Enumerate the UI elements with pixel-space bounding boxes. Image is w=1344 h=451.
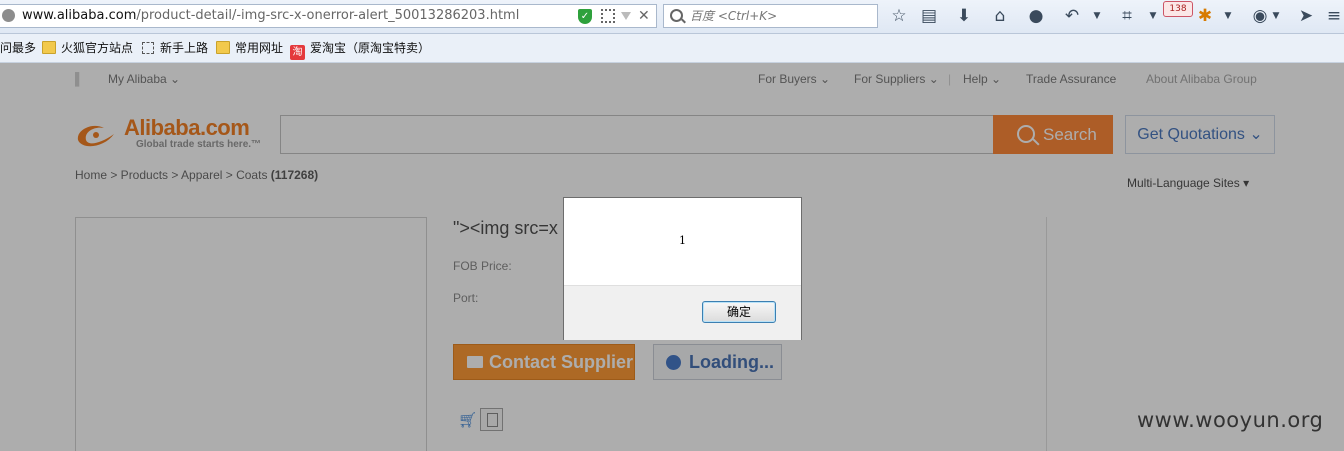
blank-page-icon (142, 42, 154, 54)
bookmark-item[interactable]: 火狐官方站点 (42, 34, 133, 62)
globe-icon (2, 9, 15, 22)
address-bar[interactable]: www.alibaba.com/product-detail/-img-src-… (0, 4, 657, 28)
dropdown-arrow-icon[interactable] (621, 12, 631, 20)
folder-icon (216, 41, 230, 54)
bookmark-item[interactable]: 新手上路 (142, 34, 208, 62)
chevron-down-icon[interactable]: ▼ (1143, 6, 1163, 26)
address-url[interactable]: www.alibaba.com/product-detail/-img-src-… (22, 5, 519, 27)
extension-icon[interactable]: ✱ (1195, 6, 1215, 26)
close-icon[interactable]: ✕ (638, 5, 650, 27)
home-icon[interactable]: ⌂ (990, 6, 1010, 26)
qrcode-icon[interactable] (601, 9, 615, 23)
browser-search-input[interactable]: 百度 <Ctrl+K> (663, 4, 878, 28)
ok-button[interactable]: 确定 (702, 301, 776, 323)
download-icon[interactable]: ⬇ (954, 6, 974, 26)
reading-list-icon[interactable]: ▤ (919, 6, 939, 26)
chevron-down-icon[interactable]: ▼ (1087, 6, 1107, 26)
bookmark-item[interactable]: 常用网址 (216, 34, 283, 62)
chevron-down-icon[interactable]: ▼ (1266, 6, 1286, 26)
watermark: www.wooyun.org (1137, 408, 1324, 432)
menu-icon[interactable]: ≡ (1324, 6, 1344, 26)
taobao-icon: 淘 (290, 45, 305, 60)
undo-icon[interactable]: ↶ (1062, 6, 1082, 26)
browser-toolbar: www.alibaba.com/product-detail/-img-src-… (0, 0, 1344, 34)
bookmark-item[interactable]: 淘爱淘宝（原淘宝特卖） (290, 34, 430, 62)
bookmark-item[interactable]: 问最多 (0, 34, 36, 62)
alert-message: 1 (679, 234, 686, 247)
send-icon[interactable]: ➤ (1296, 6, 1316, 26)
star-icon[interactable]: ☆ (889, 6, 909, 26)
bookmarks-bar: 问最多 火狐官方站点 新手上路 常用网址 淘爱淘宝（原淘宝特卖） (0, 34, 1344, 63)
chevron-down-icon[interactable]: ▼ (1218, 6, 1238, 26)
alert-dialog-footer: 确定 (564, 285, 801, 340)
search-icon (670, 9, 683, 22)
crop-icon[interactable]: ⌗ (1117, 6, 1137, 26)
notification-badge[interactable]: 138 (1163, 1, 1193, 17)
search-placeholder: 百度 <Ctrl+K> (690, 9, 778, 23)
folder-icon (42, 41, 56, 54)
alert-dialog: 1 确定 (563, 197, 802, 340)
chat-icon[interactable]: ● (1026, 6, 1046, 26)
shield-check-icon[interactable]: ✓ (578, 9, 592, 24)
